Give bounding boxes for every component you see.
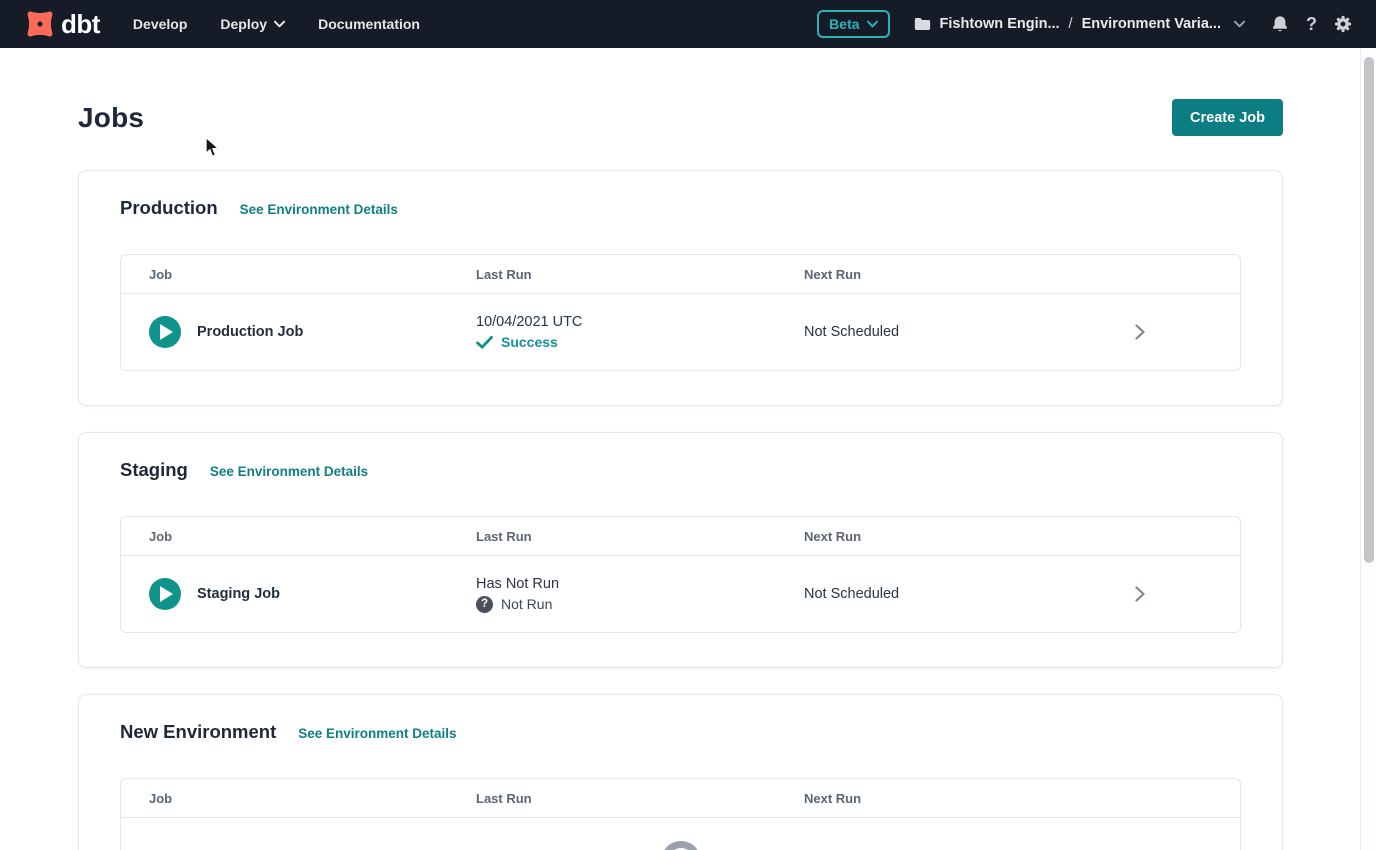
column-header-next-run: Next Run <box>804 791 1120 806</box>
table-header-row: Job Last Run Next Run <box>121 517 1240 556</box>
last-run-status: Success <box>476 334 804 350</box>
chevron-down-icon <box>867 20 878 28</box>
nav-documentation[interactable]: Documentation <box>318 16 420 32</box>
environment-card-new-environment: New Environment See Environment Details … <box>78 694 1283 850</box>
chevron-down-icon <box>274 20 285 28</box>
environment-card-staging: Staging See Environment Details Job Last… <box>78 432 1283 668</box>
page-title: Jobs <box>78 102 144 134</box>
check-icon <box>476 336 493 349</box>
jobs-page: Jobs Create Job Production See Environme… <box>78 99 1283 850</box>
run-job-button[interactable] <box>149 578 181 610</box>
last-run-date: 10/04/2021 UTC <box>476 314 804 330</box>
last-run-date: Has Not Run <box>476 576 804 592</box>
breadcrumb-section[interactable]: Environment Varia... <box>1082 16 1221 32</box>
question-icon: ? <box>476 596 493 613</box>
scrollbar-thumb[interactable] <box>1364 57 1374 563</box>
column-header-last-run: Last Run <box>476 529 804 544</box>
table-header-row: Job Last Run Next Run <box>121 255 1240 294</box>
brand-text: dbt <box>61 11 100 37</box>
dbt-logo[interactable]: dbt <box>22 6 100 42</box>
see-environment-details-link[interactable]: See Environment Details <box>298 726 456 741</box>
job-cell: Production Job <box>149 316 476 348</box>
column-header-job: Job <box>149 529 476 544</box>
environment-name: Production <box>120 197 218 219</box>
top-navigation-bar: dbt Develop Deploy Documentation Beta Fi… <box>0 0 1376 48</box>
card-header: New Environment See Environment Details <box>120 721 1241 743</box>
chevron-right-icon <box>1135 586 1145 602</box>
beta-dropdown[interactable]: Beta <box>817 10 889 38</box>
status-label: Success <box>501 334 558 350</box>
play-icon <box>160 586 173 602</box>
play-icon <box>160 324 173 340</box>
job-row-staging[interactable]: Staging Job Has Not Run ? Not Run Not Sc… <box>121 556 1240 632</box>
dbt-logo-icon <box>22 6 58 42</box>
nav-develop[interactable]: Develop <box>133 16 187 32</box>
next-run-cell: Not Scheduled <box>804 586 1120 602</box>
breadcrumb-project[interactable]: Fishtown Engin... <box>940 16 1060 32</box>
scrollbar-track <box>1360 48 1376 850</box>
job-cell: Staging Job <box>149 578 476 610</box>
environment-name: New Environment <box>120 721 276 743</box>
help-icon[interactable]: ? <box>1306 15 1317 33</box>
jobs-table: Job Last Run Next Run Production Job 10/… <box>120 254 1241 371</box>
job-name: Staging Job <box>197 586 280 602</box>
empty-jobs-icon <box>661 841 701 850</box>
see-environment-details-link[interactable]: See Environment Details <box>210 464 368 479</box>
mouse-cursor <box>205 137 220 158</box>
jobs-table: Job Last Run Next Run <box>120 778 1241 850</box>
column-header-job: Job <box>149 791 476 806</box>
breadcrumb: Fishtown Engin... / Environment Varia... <box>914 16 1245 32</box>
last-run-cell: Has Not Run ? Not Run <box>476 576 804 613</box>
nav-deploy[interactable]: Deploy <box>220 16 285 32</box>
chevron-right-icon <box>1135 324 1145 340</box>
card-header: Staging See Environment Details <box>120 459 1241 481</box>
page-header: Jobs Create Job <box>78 99 1283 136</box>
column-header-job: Job <box>149 267 476 282</box>
table-header-row: Job Last Run Next Run <box>121 779 1240 818</box>
create-job-button[interactable]: Create Job <box>1172 99 1283 136</box>
folder-icon <box>914 17 931 31</box>
gear-icon[interactable] <box>1334 15 1352 33</box>
card-header: Production See Environment Details <box>120 197 1241 219</box>
topbar-icons: ? <box>1271 15 1352 33</box>
jobs-table: Job Last Run Next Run Staging Job Has No… <box>120 516 1241 633</box>
next-run-cell: Not Scheduled <box>804 324 1120 340</box>
breadcrumb-separator: / <box>1069 16 1073 32</box>
status-label: Not Run <box>501 596 552 612</box>
environment-card-production: Production See Environment Details Job L… <box>78 170 1283 406</box>
environment-name: Staging <box>120 459 188 481</box>
column-header-next-run: Next Run <box>804 529 1120 544</box>
topbar-right: Beta Fishtown Engin... / Environment Var… <box>817 10 1352 38</box>
job-row-production[interactable]: Production Job 10/04/2021 UTC Success No… <box>121 294 1240 370</box>
bell-icon[interactable] <box>1271 15 1289 33</box>
column-header-next-run: Next Run <box>804 267 1120 282</box>
chevron-down-icon[interactable] <box>1234 20 1245 28</box>
last-run-status: ? Not Run <box>476 596 804 613</box>
empty-jobs-area <box>121 818 1240 850</box>
primary-nav: Develop Deploy Documentation <box>133 16 420 32</box>
last-run-cell: 10/04/2021 UTC Success <box>476 314 804 350</box>
column-header-last-run: Last Run <box>476 267 804 282</box>
column-header-last-run: Last Run <box>476 791 804 806</box>
job-name: Production Job <box>197 324 303 340</box>
see-environment-details-link[interactable]: See Environment Details <box>240 202 398 217</box>
run-job-button[interactable] <box>149 316 181 348</box>
